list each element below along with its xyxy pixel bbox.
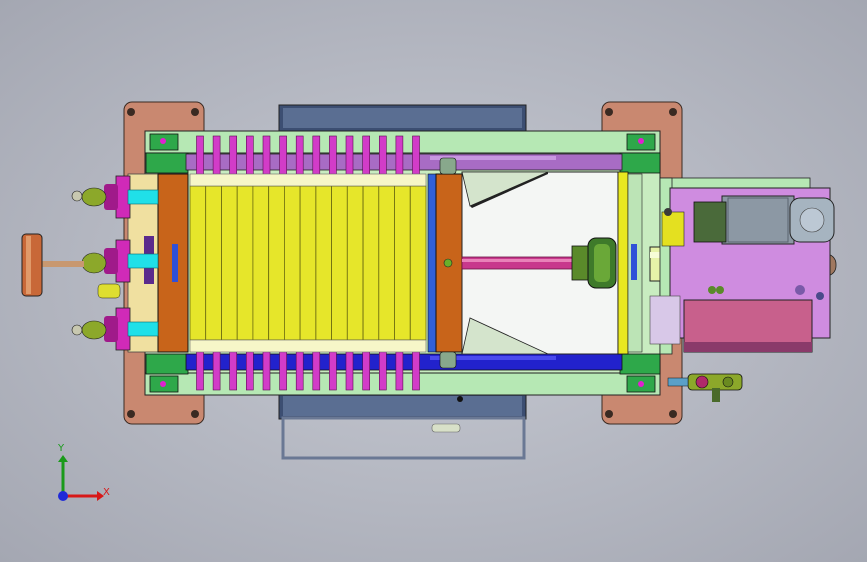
filter-plate xyxy=(299,185,317,341)
filter-plate xyxy=(315,185,332,341)
plate-rail xyxy=(189,339,427,353)
filter-plate-pack xyxy=(189,135,427,391)
triad-y-label: Y xyxy=(58,443,65,454)
filter-plate xyxy=(362,185,380,341)
filter-plate xyxy=(252,185,269,341)
filter-plate xyxy=(205,185,222,341)
filter-plate xyxy=(283,185,301,341)
hydraulic-power-unit xyxy=(649,177,835,355)
filter-plate xyxy=(394,185,411,341)
triad-x-label: X xyxy=(103,487,110,498)
filter-plate xyxy=(409,185,427,341)
filter-plate xyxy=(331,185,348,341)
filter-plate xyxy=(268,185,285,341)
filter-plate xyxy=(221,185,238,341)
moving-head xyxy=(427,157,463,369)
coordinate-triad xyxy=(58,455,104,501)
inlet-manifold xyxy=(71,175,159,351)
filter-press-model[interactable] xyxy=(0,0,867,562)
triad-z-axis xyxy=(58,491,68,501)
filter-plate xyxy=(346,185,364,341)
filter-plate xyxy=(236,185,254,341)
cad-viewport[interactable]: X Y xyxy=(0,0,867,562)
filter-plate xyxy=(189,185,207,341)
plate-rail xyxy=(189,173,427,187)
feed-pipe xyxy=(21,233,84,297)
filter-plate xyxy=(378,185,395,341)
